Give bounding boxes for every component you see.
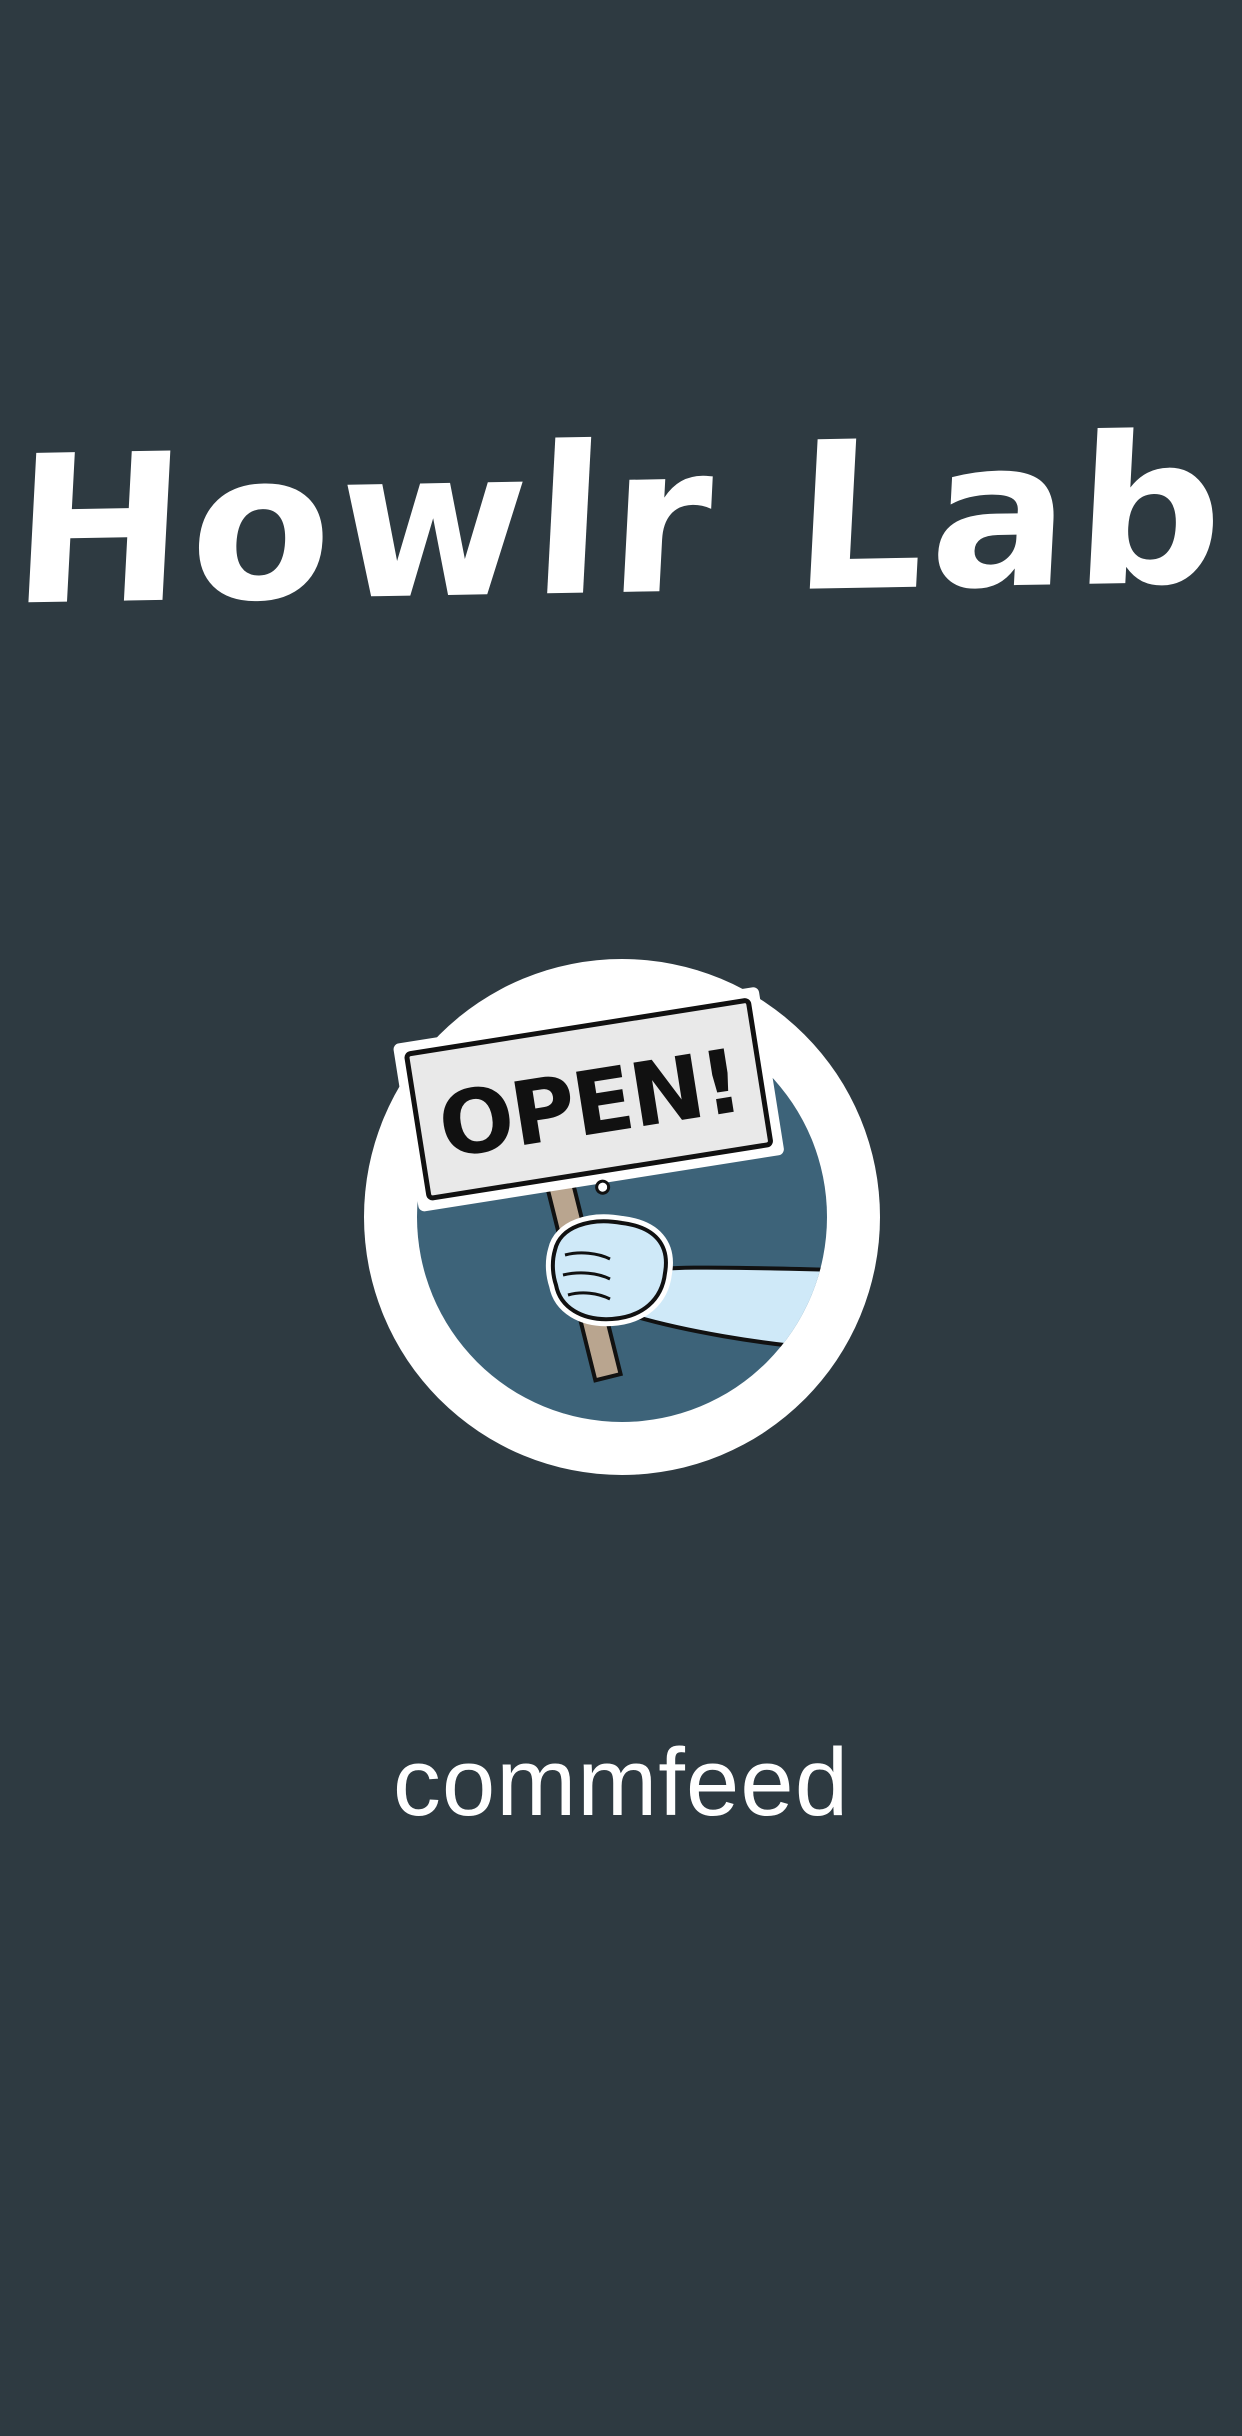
brand-title: Howlr Lab (7, 392, 1236, 652)
app-logo: OPEN! (360, 955, 890, 1485)
app-name: commfeed (392, 1729, 850, 1836)
splash-screen: Howlr Lab OPEN! commfeed (0, 0, 1242, 2436)
open-sign-hand-icon: OPEN! (364, 959, 880, 1475)
